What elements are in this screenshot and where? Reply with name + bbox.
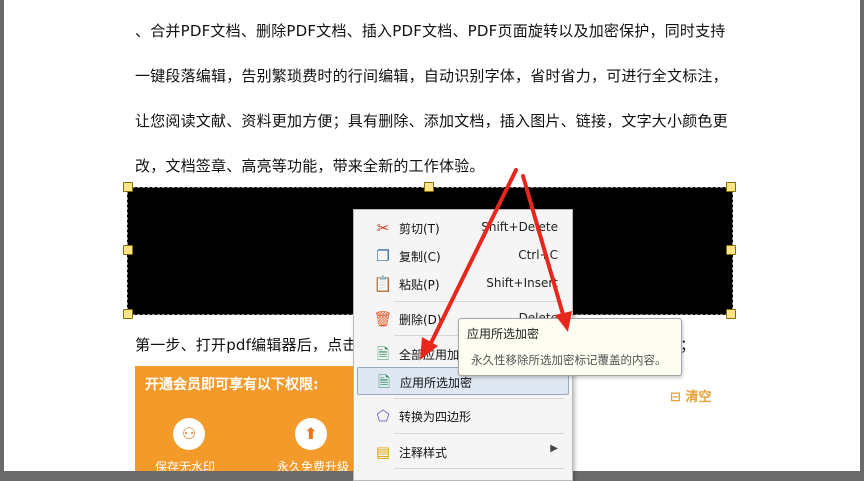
annotation-arrows	[420, 168, 572, 360]
red-arrow-left-head	[420, 337, 438, 360]
red-arrow-left	[428, 168, 518, 347]
red-arrow-right	[521, 174, 566, 320]
red-arrow-right-head	[555, 311, 572, 332]
